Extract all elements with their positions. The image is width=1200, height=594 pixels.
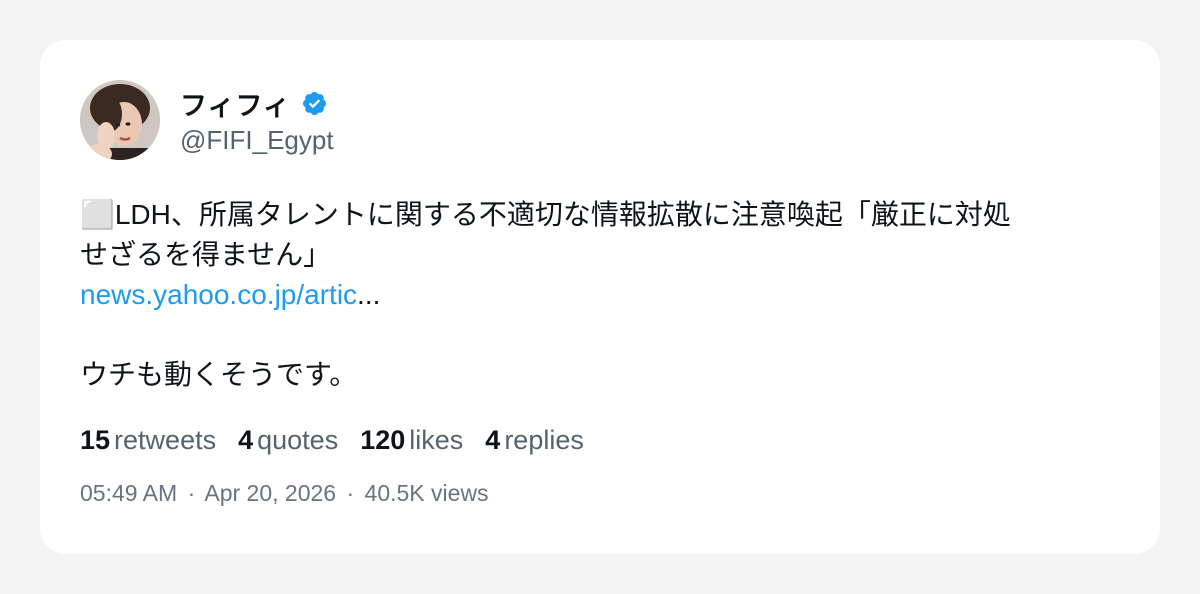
author-handle[interactable]: @FIFI_Egypt	[180, 125, 334, 156]
display-name[interactable]: フィフィ	[180, 84, 291, 123]
tweet-stats: 15 retweets 4 quotes 120 likes 4 replies	[80, 420, 606, 460]
retweets-stat[interactable]: 15 retweets	[80, 420, 216, 460]
tweet-card: フィフィ @FIFI_Egypt ⬜LDH、所属タレントに関する不適切な情報拡散…	[40, 40, 1160, 554]
quotes-count: 4	[238, 425, 254, 455]
likes-stat[interactable]: 120 likes	[360, 420, 463, 460]
replies-label: replies	[504, 425, 584, 455]
quotes-stat[interactable]: 4 quotes	[238, 420, 338, 460]
article-link[interactable]: news.yahoo.co.jp/artic	[80, 279, 357, 310]
tweet-views: 40.5K views	[364, 480, 489, 506]
name-row: フィフィ	[180, 85, 334, 123]
tweet-date[interactable]: Apr 20, 2026	[204, 480, 336, 506]
tweet-line-1: ⬜LDH、所属タレントに関する不適切な情報拡散に注意喚起「厳正に対処	[80, 199, 1011, 230]
likes-label: likes	[409, 425, 464, 455]
quotes-label: quotes	[257, 425, 339, 455]
likes-count: 120	[360, 425, 406, 455]
tweet-comment: ウチも動くそうです。	[80, 359, 358, 390]
replies-stat[interactable]: 4 replies	[485, 420, 584, 460]
retweets-label: retweets	[114, 425, 217, 455]
tweet-link-row: news.yahoo.co.jp/artic...	[80, 275, 1120, 315]
tweet-header: フィフィ @FIFI_Egypt	[80, 80, 334, 160]
link-ellipsis: ...	[357, 279, 381, 310]
author-names: フィフィ @FIFI_Egypt	[180, 85, 334, 156]
meta-separator-1: ·	[187, 480, 196, 506]
tweet-time[interactable]: 05:49 AM	[80, 480, 177, 506]
avatar-image	[80, 80, 160, 160]
tweet-text: ⬜LDH、所属タレントに関する不適切な情報拡散に注意喚起「厳正に対処 せざるを得…	[80, 195, 1120, 395]
meta-separator-2: ·	[346, 480, 355, 506]
replies-count: 4	[485, 425, 501, 455]
retweets-count: 15	[80, 425, 111, 455]
avatar[interactable]	[80, 80, 160, 160]
verified-badge-icon	[301, 90, 328, 117]
tweet-line-2: せざるを得ません」	[80, 239, 332, 270]
tweet-meta: 05:49 AM · Apr 20, 2026 · 40.5K views	[80, 477, 489, 509]
